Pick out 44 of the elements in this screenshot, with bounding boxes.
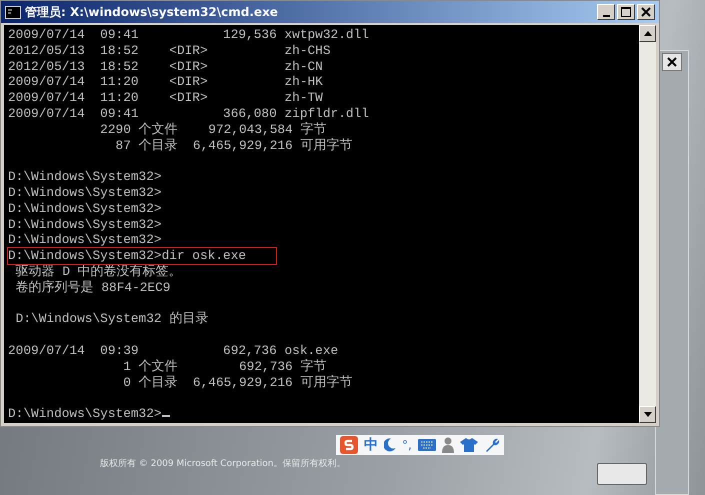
up-arrow-icon	[644, 31, 652, 36]
shirt-icon[interactable]	[460, 438, 478, 452]
console-line: 2290 个文件 972,043,584 字节	[99, 122, 326, 138]
console-line: 1 个文件 692,736 字节	[122, 358, 326, 375]
console-line: 87 个目录 6,465,929,216 可用字节	[114, 138, 354, 154]
minimize-button[interactable]	[597, 4, 615, 20]
scroll-up-button[interactable]	[639, 25, 656, 42]
wrench-icon[interactable]	[484, 437, 500, 453]
console-line: D:\Windows\System32>	[8, 200, 163, 217]
close-icon	[667, 57, 677, 67]
console-line: 2009/07/14 11:20 <DIR> zh-TW	[8, 90, 324, 106]
console-line: D:\Windows\System32>	[8, 216, 163, 232]
moon-icon[interactable]	[384, 438, 396, 452]
console-line: D:\Windows\System32>	[8, 232, 163, 248]
input-mode-label[interactable]: 中	[364, 436, 378, 454]
console-line: 2012/05/13 18:52 <DIR> zh-CN	[8, 58, 324, 74]
console-line: D:\Windows\System32 的目录	[14, 311, 210, 328]
copyright-text: 版权所有 © 2009 Microsoft Corporation。保留所有权利。	[100, 458, 346, 470]
console-line: D:\Windows\System32>	[8, 169, 163, 185]
maximize-button[interactable]	[617, 4, 635, 20]
console-line: D:\Windows\System32>	[8, 406, 639, 422]
highlighted-console-line: D:\Windows\System32>dir osk.exe	[8, 248, 276, 264]
person-icon[interactable]	[442, 437, 454, 453]
console-line: 2009/07/14 09:41 366,080 zipfldr.dll	[8, 106, 370, 122]
keyboard-icon[interactable]	[418, 439, 436, 451]
close-button[interactable]	[662, 53, 682, 71]
console-line: 2012/05/13 18:52 <DIR> zh-CHS	[8, 42, 332, 59]
maximize-icon	[621, 7, 631, 17]
console-line: 2009/07/14 09:41 129,536 xwtpw32.dll	[8, 27, 370, 43]
console-icon	[5, 6, 21, 18]
scroll-down-button[interactable]	[639, 406, 656, 423]
console-line: 0 个目录 6,465,929,216 可用字节	[122, 374, 354, 390]
console-line: 2009/07/14 09:39 692,736 osk.exe	[8, 342, 340, 359]
console-line: 2009/07/14 11:20 <DIR> zh-HK	[8, 74, 324, 90]
console-line: 卷的序列号是 88F4-2EC9	[14, 280, 172, 296]
next-button[interactable]	[597, 463, 647, 485]
minimize-icon	[602, 14, 610, 16]
window-title: 管理员: X:\windows\system32\cmd.exe	[25, 4, 279, 20]
down-arrow-icon	[644, 412, 652, 417]
s-logo-icon[interactable]	[340, 436, 358, 454]
punctuation-label[interactable]: °,	[402, 438, 412, 452]
close-icon	[641, 7, 651, 17]
console-line: D:\Windows\System32>	[8, 184, 163, 201]
scrollbar[interactable]	[639, 25, 656, 423]
